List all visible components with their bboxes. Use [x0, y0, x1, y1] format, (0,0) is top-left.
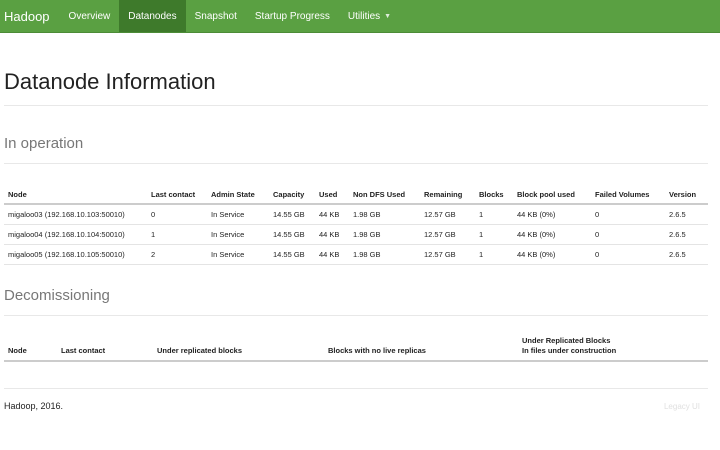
cell-used: 44 KB	[315, 224, 349, 245]
table-row: migaloo05 (192.168.10.105:50010) 2 In Se…	[4, 244, 708, 265]
header-block-pool-used[interactable]: Block pool used	[513, 179, 591, 205]
cell-version: 2.6.5	[665, 244, 708, 265]
copyright-text: Hadoop, 2016.	[4, 401, 64, 411]
cell-last-contact: 1	[147, 224, 207, 245]
cell-block-pool-used: 44 KB (0%)	[513, 244, 591, 265]
cell-block-pool-used: 44 KB (0%)	[513, 204, 591, 225]
cell-version: 2.6.5	[665, 224, 708, 245]
nav-startup-progress[interactable]: Startup Progress	[246, 0, 339, 32]
header-under-replicated-blocks[interactable]: Under replicated blocks	[153, 330, 324, 362]
header-remaining[interactable]: Remaining	[420, 179, 475, 205]
table-row: migaloo03 (192.168.10.103:50010) 0 In Se…	[4, 204, 708, 225]
cell-last-contact: 2	[147, 244, 207, 265]
cell-used: 44 KB	[315, 244, 349, 265]
cell-admin-state: In Service	[207, 204, 269, 225]
header-last-contact[interactable]: Last contact	[57, 330, 153, 362]
cell-used: 44 KB	[315, 204, 349, 225]
page-title: Datanode Information	[4, 69, 216, 94]
cell-remaining: 12.57 GB	[420, 224, 475, 245]
footer: Hadoop, 2016. Legacy UI	[4, 389, 708, 411]
decommissioning-divider	[4, 315, 708, 316]
header-version[interactable]: Version	[665, 179, 708, 205]
cell-remaining: 12.57 GB	[420, 244, 475, 265]
cell-node: migaloo04 (192.168.10.104:50010)	[4, 224, 147, 245]
cell-blocks: 1	[475, 244, 513, 265]
cell-version: 2.6.5	[665, 204, 708, 225]
header-blocks[interactable]: Blocks	[475, 179, 513, 205]
cell-capacity: 14.55 GB	[269, 204, 315, 225]
header-under-replicated-in-construction[interactable]: Under Replicated Blocks In files under c…	[518, 330, 708, 362]
cell-capacity: 14.55 GB	[269, 244, 315, 265]
header-node[interactable]: Node	[4, 179, 147, 205]
table-header-row: Node Last contact Under replicated block…	[4, 330, 708, 362]
cell-block-pool-used: 44 KB (0%)	[513, 224, 591, 245]
cell-capacity: 14.55 GB	[269, 224, 315, 245]
nav-snapshot[interactable]: Snapshot	[186, 0, 246, 32]
cell-non-dfs-used: 1.98 GB	[349, 244, 420, 265]
cell-admin-state: In Service	[207, 224, 269, 245]
header-failed-volumes[interactable]: Failed Volumes	[591, 179, 665, 205]
header-line-2: In files under construction	[522, 346, 617, 355]
main-content: Datanode Information In operation Node L…	[0, 69, 712, 411]
cell-failed-volumes: 0	[591, 244, 665, 265]
nav-utilities-label: Utilities	[347, 10, 381, 22]
cell-non-dfs-used: 1.98 GB	[349, 224, 420, 245]
header-used[interactable]: Used	[315, 179, 349, 205]
cell-last-contact: 0	[147, 204, 207, 225]
table-row: migaloo04 (192.168.10.104:50010) 1 In Se…	[4, 224, 708, 245]
decommissioning-heading: Decomissioning	[4, 287, 110, 304]
cell-remaining: 12.57 GB	[420, 204, 475, 225]
decommissioning-table: Node Last contact Under replicated block…	[4, 330, 708, 362]
cell-non-dfs-used: 1.98 GB	[349, 204, 420, 225]
title-divider	[4, 105, 708, 106]
cell-blocks: 1	[475, 204, 513, 225]
cell-failed-volumes: 0	[591, 204, 665, 225]
in-operation-heading: In operation	[4, 135, 84, 152]
nav-datanodes[interactable]: Datanodes	[119, 0, 186, 32]
table-header-row: Node Last contact Admin State Capacity U…	[4, 179, 708, 205]
cell-blocks: 1	[475, 224, 513, 245]
header-admin-state[interactable]: Admin State	[207, 179, 269, 205]
header-node[interactable]: Node	[4, 330, 57, 362]
brand-link[interactable]: Hadoop	[0, 0, 60, 32]
in-operation-divider	[4, 163, 708, 164]
header-non-dfs-used[interactable]: Non DFS Used	[349, 179, 420, 205]
header-capacity[interactable]: Capacity	[269, 179, 315, 205]
in-operation-table: Node Last contact Admin State Capacity U…	[4, 179, 708, 265]
nav-utilities[interactable]: Utilities ▼	[339, 0, 400, 32]
nav-overview[interactable]: Overview	[60, 0, 120, 32]
cell-node: migaloo03 (192.168.10.103:50010)	[4, 204, 147, 225]
cell-node: migaloo05 (192.168.10.105:50010)	[4, 244, 147, 265]
cell-admin-state: In Service	[207, 244, 269, 265]
cell-failed-volumes: 0	[591, 224, 665, 245]
caret-down-icon: ▼	[384, 12, 392, 20]
top-navbar: Hadoop Overview Datanodes Snapshot Start…	[0, 0, 720, 33]
header-blocks-no-live-replicas[interactable]: Blocks with no live replicas	[324, 330, 518, 362]
header-line-1: Under Replicated Blocks	[522, 336, 611, 345]
legacy-ui-link[interactable]: Legacy UI	[664, 402, 708, 411]
header-last-contact[interactable]: Last contact	[147, 179, 207, 205]
